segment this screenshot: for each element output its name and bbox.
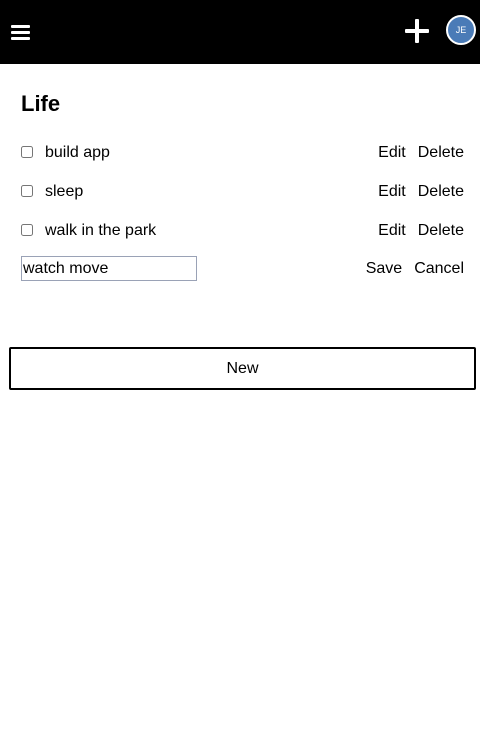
edit-button[interactable]: Edit — [378, 222, 406, 239]
edit-button[interactable]: Edit — [378, 183, 406, 200]
todo-checkbox[interactable] — [21, 146, 33, 158]
top-bar: JE — [0, 0, 480, 64]
todo-checkbox[interactable] — [21, 224, 33, 236]
edit-button[interactable]: Edit — [378, 144, 406, 161]
todo-label: build app — [45, 144, 110, 161]
cancel-button[interactable]: Cancel — [414, 260, 464, 277]
delete-button[interactable]: Delete — [418, 183, 464, 200]
hamburger-menu-icon[interactable] — [11, 25, 30, 40]
todo-actions: Edit Delete — [378, 182, 464, 202]
edit-actions: Save Cancel — [366, 259, 464, 279]
new-todo-button[interactable]: New — [9, 347, 476, 390]
todo-checkbox[interactable] — [21, 185, 33, 197]
delete-button[interactable]: Delete — [418, 222, 464, 239]
todo-item: build app Edit Delete — [21, 141, 464, 165]
delete-button[interactable]: Delete — [418, 144, 464, 161]
todo-label: sleep — [45, 183, 84, 200]
save-button[interactable]: Save — [366, 260, 402, 277]
todo-actions: Edit Delete — [378, 143, 464, 163]
plus-icon[interactable] — [404, 18, 430, 44]
todo-edit-input[interactable] — [21, 256, 197, 281]
todo-edit-row: Save Cancel — [21, 256, 464, 282]
todo-item: sleep Edit Delete — [21, 180, 464, 204]
todo-actions: Edit Delete — [378, 221, 464, 241]
todo-item: walk in the park Edit Delete — [21, 219, 464, 243]
list-title: Life — [21, 91, 61, 116]
todo-label: walk in the park — [45, 222, 157, 239]
avatar[interactable]: JE — [446, 15, 476, 45]
